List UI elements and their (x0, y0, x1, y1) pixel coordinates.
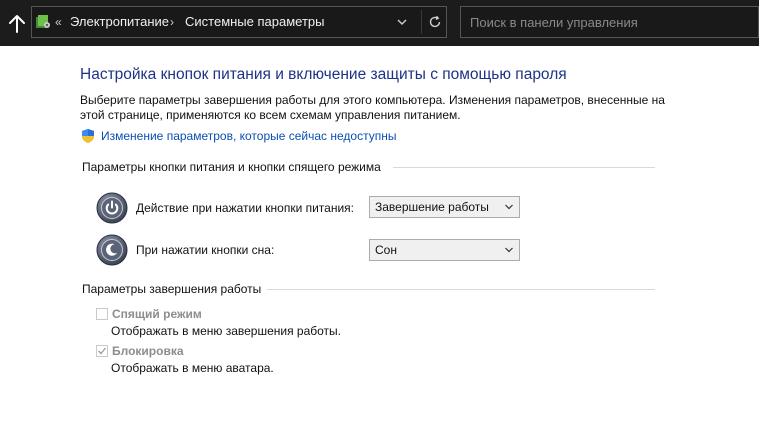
change-unavailable-settings-link[interactable]: Изменение параметров, которые сейчас нед… (101, 129, 397, 143)
power-button-action-label: Действие при нажатии кнопки питания: (136, 201, 355, 215)
control-panel-icon (36, 15, 50, 28)
checkmark-icon (98, 347, 107, 355)
search-input[interactable] (461, 7, 758, 37)
arrow-up-icon (9, 15, 25, 33)
breadcrumb-power-options[interactable]: Электропитание (70, 7, 169, 37)
navigation-bar: « Электропитание › Системные параметры (0, 0, 759, 46)
main-content: Настройка кнопок питания и включение защ… (0, 46, 759, 442)
chevron-down-icon (505, 204, 513, 210)
sleep-mode-checkbox[interactable] (96, 308, 108, 320)
refresh-icon[interactable] (427, 14, 443, 30)
sleep-mode-description: Отображать в меню завершения работы. (111, 324, 342, 338)
search-box[interactable] (460, 6, 759, 38)
chevron-down-icon[interactable] (396, 16, 408, 28)
lock-label: Блокировка (112, 344, 184, 358)
sleep-button-action-value: Сон (375, 243, 397, 257)
power-button-action-value: Завершение работы (375, 200, 489, 214)
chevron-down-icon (505, 247, 513, 253)
lock-checkbox[interactable] (96, 345, 108, 357)
page-title: Настройка кнопок питания и включение защ… (80, 66, 567, 83)
breadcrumb-system-settings[interactable]: Системные параметры (185, 7, 324, 37)
lock-description: Отображать в меню аватара. (111, 361, 274, 375)
breadcrumb-separator: › (170, 15, 174, 29)
section-divider (267, 289, 655, 290)
sleep-button-action-label: При нажатии кнопки сна: (136, 243, 275, 257)
power-button-action-select[interactable]: Завершение работы (369, 196, 520, 218)
sleep-mode-label: Спящий режим (112, 307, 202, 321)
address-bar[interactable]: « Электропитание › Системные параметры (31, 6, 447, 38)
sleep-icon (96, 234, 128, 266)
sleep-button-action-select[interactable]: Сон (369, 239, 520, 261)
page-description: Выберите параметры завершения работы для… (80, 93, 665, 122)
section-divider (393, 167, 655, 168)
power-buttons-section-title: Параметры кнопки питания и кнопки спящег… (82, 160, 381, 174)
power-icon (96, 192, 128, 224)
up-button[interactable] (6, 13, 28, 35)
address-divider (421, 10, 422, 34)
uac-shield-icon (82, 129, 94, 143)
shutdown-section-title: Параметры завершения работы (82, 282, 262, 296)
breadcrumb-overflow[interactable]: « (55, 7, 62, 37)
